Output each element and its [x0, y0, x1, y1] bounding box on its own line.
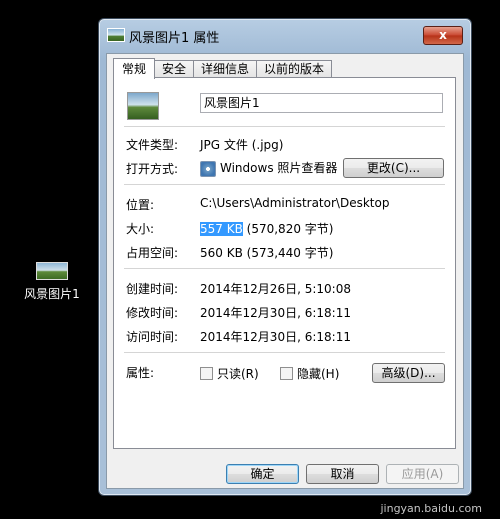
created-value: 2014年12月26日, 5:10:08	[200, 282, 351, 296]
divider	[124, 184, 445, 185]
checkbox-box[interactable]	[280, 367, 293, 380]
file-name-input[interactable]: 风景图片1	[200, 93, 443, 113]
dialog-client: 常规 安全 详细信息 以前的版本 风景图片1 文件类型: JPG 文件 (.jp…	[106, 53, 464, 489]
tab-previous-versions[interactable]: 以前的版本	[256, 60, 333, 78]
watermark-text: jingyan.baidu.com	[380, 502, 482, 515]
photo-viewer-icon	[200, 160, 216, 177]
tab-general[interactable]: 常规	[113, 58, 156, 79]
desktop-icon-label: 风景图片1	[24, 287, 80, 301]
hidden-label: 隐藏(H)	[297, 367, 340, 381]
title-bar[interactable]: 风景图片1 属性 x	[107, 25, 463, 47]
divider	[124, 126, 445, 127]
hidden-checkbox[interactable]: 隐藏(H)	[280, 365, 339, 382]
advanced-button[interactable]: 高级(D)...	[372, 363, 445, 383]
cancel-button[interactable]: 取消	[306, 464, 379, 484]
apply-button[interactable]: 应用(A)	[386, 464, 459, 484]
desktop-file-icon[interactable]: 风景图片1	[20, 262, 84, 302]
size-on-disk-value: 560 KB (573,440 字节)	[200, 246, 334, 260]
location-label: 位置:	[126, 198, 155, 212]
size-on-disk-label: 占用空间:	[126, 246, 179, 260]
readonly-checkbox[interactable]: 只读(R)	[200, 365, 259, 382]
close-button[interactable]: x	[423, 26, 463, 45]
tab-security[interactable]: 安全	[154, 60, 195, 78]
tab-strip: 常规 安全 详细信息 以前的版本	[113, 58, 333, 79]
divider	[124, 352, 445, 353]
image-thumbnail-icon	[36, 262, 68, 280]
opens-with-text: Windows 照片查看器	[220, 161, 338, 175]
window-title: 风景图片1 属性	[129, 31, 220, 46]
tab-details[interactable]: 详细信息	[193, 60, 258, 78]
accessed-label: 访问时间:	[126, 330, 179, 344]
opens-with-label: 打开方式:	[126, 162, 179, 176]
opens-with-value: Windows 照片查看器	[200, 159, 337, 177]
divider	[124, 268, 445, 269]
attributes-label: 属性:	[126, 366, 155, 380]
size-bytes: (570,820 字节)	[246, 222, 334, 236]
change-button[interactable]: 更改(C)...	[343, 158, 444, 178]
size-value: 557 KB (570,820 字节)	[200, 220, 333, 237]
accessed-value: 2014年12月30日, 6:18:11	[200, 330, 351, 344]
general-panel: 风景图片1 文件类型: JPG 文件 (.jpg) 打开方式: Windows …	[113, 77, 456, 449]
location-value: C:\Users\Administrator\Desktop	[200, 196, 390, 210]
checkbox-box[interactable]	[200, 367, 213, 380]
modified-label: 修改时间:	[126, 306, 179, 320]
image-file-large-icon	[127, 92, 159, 120]
readonly-label: 只读(R)	[217, 367, 259, 381]
modified-value: 2014年12月30日, 6:18:11	[200, 306, 351, 320]
size-selected-text[interactable]: 557 KB	[200, 222, 243, 236]
created-label: 创建时间:	[126, 282, 179, 296]
image-file-icon	[107, 28, 125, 42]
ok-button[interactable]: 确定	[226, 464, 299, 484]
file-type-label: 文件类型:	[126, 138, 179, 152]
file-type-value: JPG 文件 (.jpg)	[200, 138, 284, 152]
size-label: 大小:	[126, 222, 155, 236]
properties-window: 风景图片1 属性 x 常规 安全 详细信息 以前的版本 风景图片1 文件类型: …	[98, 18, 472, 496]
